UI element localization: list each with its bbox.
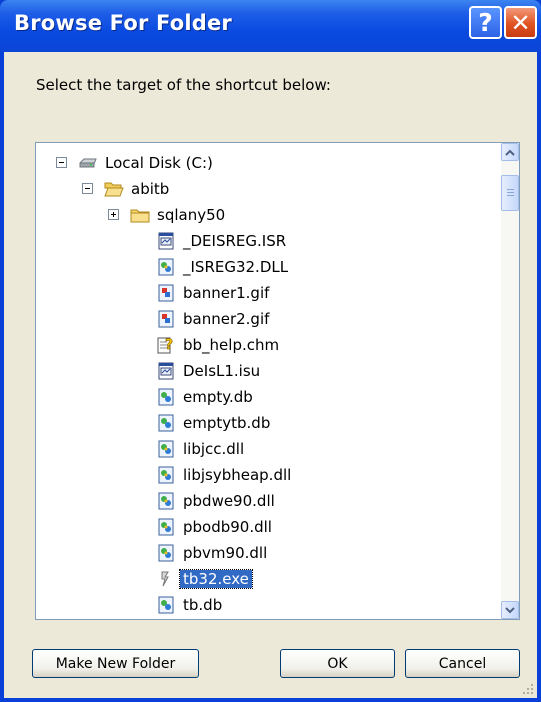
browse-for-folder-dialog: Browse For Folder ? ✕ Select the target … [0, 0, 541, 702]
tree-item[interactable]: pbvm90.dll [36, 541, 496, 565]
tree-item-label: DeIsL1.isu [183, 362, 261, 380]
cancel-button[interactable]: Cancel [405, 649, 520, 678]
tree-item[interactable]: pbodb90.dll [36, 515, 496, 539]
dll-icon [156, 257, 176, 277]
vertical-scrollbar[interactable] [501, 143, 519, 619]
chevron-up-icon [505, 149, 515, 156]
setup-file-icon [156, 231, 176, 251]
scroll-up-button[interactable] [501, 143, 519, 161]
tree-item[interactable]: _ISREG32.DLL [36, 255, 496, 279]
dll-icon [156, 439, 176, 459]
close-button[interactable]: ✕ [504, 6, 537, 39]
generic-file-icon [156, 387, 176, 407]
tree-item[interactable]: libjsybheap.dll [36, 463, 496, 487]
help-icon: ? [478, 8, 493, 37]
dialog-body: Select the target of the shortcut below:… [4, 52, 537, 698]
folder-icon [130, 205, 150, 225]
tree-item[interactable]: banner1.gif [36, 281, 496, 305]
close-icon: ✕ [510, 8, 531, 37]
resize-grip-icon[interactable] [522, 683, 534, 695]
help-button[interactable]: ? [469, 6, 502, 39]
svg-text:?: ? [165, 337, 173, 353]
tree-item[interactable]: Local Disk (C:) [36, 151, 496, 175]
tree-item-label: libjsybheap.dll [183, 466, 292, 484]
make-new-folder-button[interactable]: Make New Folder [32, 649, 199, 678]
window-title: Browse For Folder [14, 11, 232, 35]
tree-item[interactable]: banner2.gif [36, 307, 496, 331]
tree-item-label: pbvm90.dll [183, 544, 268, 562]
tree-item-label: _DEISREG.ISR [183, 232, 287, 250]
tree-item[interactable]: libjcc.dll [36, 437, 496, 461]
tree-item-label: Local Disk (C:) [105, 154, 213, 172]
tree-item-label: bb_help.chm [183, 336, 280, 354]
dll-icon [156, 543, 176, 563]
tree-item[interactable]: empty.db [36, 385, 496, 409]
dll-icon [156, 465, 176, 485]
tree-item-label: tb32.exe [179, 569, 253, 589]
tree-item-label: pbdwe90.dll [183, 492, 275, 510]
tree-item-label: empty.db [183, 388, 253, 406]
tree-item[interactable]: tb32.exe [36, 567, 496, 591]
tree-item[interactable]: pbdwe90.dll [36, 489, 496, 513]
tree-item-label: libjcc.dll [183, 440, 245, 458]
title-bar[interactable]: Browse For Folder ? ✕ [0, 0, 541, 52]
chevron-down-icon [505, 606, 515, 613]
collapse-icon[interactable] [82, 183, 93, 194]
dll-icon [156, 491, 176, 511]
tree-item-label: _ISREG32.DLL [183, 258, 289, 276]
tree-item-label: tb.db [183, 596, 223, 614]
dll-icon [156, 517, 176, 537]
generic-file-icon [156, 413, 176, 433]
folder-tree[interactable]: Local Disk (C:) abitb sqlany50 _DEISREG.ISR… [35, 142, 520, 620]
folder-open-icon [104, 179, 124, 199]
prompt-text: Select the target of the shortcut below: [36, 76, 331, 94]
tree-item[interactable]: abitb [36, 177, 496, 201]
tree-item[interactable]: tb.db [36, 593, 496, 617]
help-file-icon: ? [156, 335, 176, 355]
tree-item[interactable]: DeIsL1.isu [36, 359, 496, 383]
tree-item[interactable]: ? bb_help.chm [36, 333, 496, 357]
drive-icon [78, 153, 98, 173]
tree-item-label: pbodb90.dll [183, 518, 272, 536]
executable-icon [156, 569, 176, 589]
tree-item[interactable]: emptytb.db [36, 411, 496, 435]
tree-item-label: sqlany50 [157, 206, 226, 224]
scroll-thumb[interactable] [501, 175, 519, 211]
gif-image-icon [156, 283, 176, 303]
collapse-icon[interactable] [56, 157, 67, 168]
tree-item[interactable]: sqlany50 [36, 203, 496, 227]
tree-item-label: banner1.gif [183, 284, 270, 302]
tree-item-label: banner2.gif [183, 310, 270, 328]
setup-file-icon [156, 361, 176, 381]
generic-file-icon [156, 595, 176, 615]
gif-image-icon [156, 309, 176, 329]
ok-button[interactable]: OK [280, 649, 395, 678]
expand-icon[interactable] [108, 209, 119, 220]
tree-item-label: abitb [131, 180, 170, 198]
tree-item-label: emptytb.db [183, 414, 271, 432]
tree-item[interactable]: _DEISREG.ISR [36, 229, 496, 253]
scroll-down-button[interactable] [501, 601, 519, 619]
